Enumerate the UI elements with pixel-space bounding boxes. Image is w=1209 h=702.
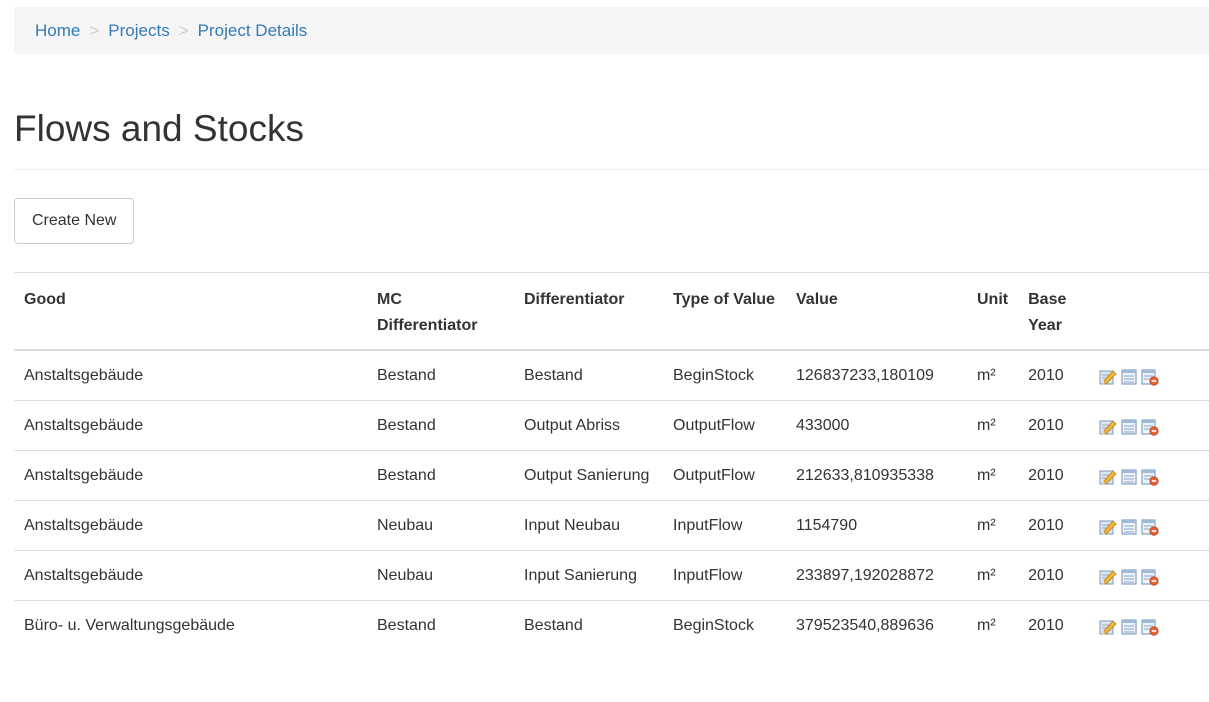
cell-actions	[1089, 500, 1209, 551]
delete-icon[interactable]	[1141, 418, 1159, 436]
edit-icon[interactable]	[1099, 418, 1117, 436]
cell-base-year: 2010	[1018, 550, 1090, 601]
cell-good: Anstaltsgebäude	[14, 450, 367, 501]
column-header-value: Value	[786, 272, 967, 351]
table-row: Büro- u. Verwaltungsgebäude Bestand Best…	[14, 600, 1209, 650]
edit-icon[interactable]	[1099, 618, 1117, 636]
cell-mc-differentiator: Bestand	[367, 400, 514, 451]
column-header-differentiator: Differentiator	[514, 272, 663, 351]
details-icon[interactable]	[1120, 568, 1138, 586]
cell-differentiator: Output Sanierung	[514, 450, 663, 501]
cell-value: 212633,810935338	[786, 450, 967, 501]
breadcrumb-project-details[interactable]: Project Details	[198, 21, 308, 41]
column-header-base-year: Base Year	[1018, 272, 1090, 351]
cell-base-year: 2010	[1018, 400, 1090, 451]
details-icon[interactable]	[1120, 418, 1138, 436]
cell-base-year: 2010	[1018, 349, 1090, 401]
breadcrumb: Home > Projects > Project Details	[14, 7, 1209, 54]
edit-icon[interactable]	[1099, 568, 1117, 586]
cell-value: 1154790	[786, 500, 967, 551]
cell-differentiator: Bestand	[514, 349, 663, 401]
cell-type-of-value: BeginStock	[663, 600, 786, 650]
delete-icon[interactable]	[1141, 518, 1159, 536]
table-row: Anstaltsgebäude Neubau Input Sanierung I…	[14, 550, 1209, 601]
details-icon[interactable]	[1120, 518, 1138, 536]
cell-unit: m²	[967, 349, 1019, 401]
flows-table: Good MC Differentiator Differentiator Ty…	[14, 272, 1209, 650]
cell-good: Anstaltsgebäude	[14, 349, 367, 401]
title-divider	[14, 169, 1209, 170]
delete-icon[interactable]	[1141, 368, 1159, 386]
cell-differentiator: Input Neubau	[514, 500, 663, 551]
cell-mc-differentiator: Neubau	[367, 550, 514, 601]
edit-icon[interactable]	[1099, 468, 1117, 486]
cell-unit: m²	[967, 600, 1019, 650]
cell-value: 379523540,889636	[786, 600, 967, 650]
details-icon[interactable]	[1120, 368, 1138, 386]
cell-actions	[1089, 400, 1209, 451]
table-row: Anstaltsgebäude Bestand Output Sanierung…	[14, 450, 1209, 501]
cell-unit: m²	[967, 500, 1019, 551]
cell-differentiator: Bestand	[514, 600, 663, 650]
cell-mc-differentiator: Bestand	[367, 349, 514, 401]
cell-mc-differentiator: Neubau	[367, 500, 514, 551]
cell-type-of-value: InputFlow	[663, 500, 786, 551]
edit-icon[interactable]	[1099, 518, 1117, 536]
column-header-mc-differentiator: MC Differentiator	[367, 272, 514, 351]
cell-value: 126837233,180109	[786, 349, 967, 401]
details-icon[interactable]	[1120, 618, 1138, 636]
cell-value: 233897,192028872	[786, 550, 967, 601]
table-header-row: Good MC Differentiator Differentiator Ty…	[14, 272, 1209, 351]
cell-value: 433000	[786, 400, 967, 451]
page-title: Flows and Stocks	[14, 108, 304, 149]
cell-actions	[1089, 550, 1209, 601]
cell-type-of-value: BeginStock	[663, 349, 786, 401]
column-header-actions	[1089, 272, 1209, 351]
cell-base-year: 2010	[1018, 600, 1090, 650]
cell-unit: m²	[967, 450, 1019, 501]
table-row: Anstaltsgebäude Bestand Bestand BeginSto…	[14, 349, 1209, 401]
edit-icon[interactable]	[1099, 368, 1117, 386]
column-header-unit: Unit	[967, 272, 1019, 351]
column-header-type-of-value: Type of Value	[663, 272, 786, 351]
breadcrumb-separator: >	[89, 20, 100, 40]
cell-good: Büro- u. Verwaltungsgebäude	[14, 600, 367, 650]
table-row: Anstaltsgebäude Neubau Input Neubau Inpu…	[14, 500, 1209, 551]
cell-base-year: 2010	[1018, 450, 1090, 501]
cell-unit: m²	[967, 400, 1019, 451]
breadcrumb-projects[interactable]: Projects	[108, 21, 169, 41]
cell-good: Anstaltsgebäude	[14, 550, 367, 601]
cell-type-of-value: OutputFlow	[663, 450, 786, 501]
cell-mc-differentiator: Bestand	[367, 600, 514, 650]
cell-good: Anstaltsgebäude	[14, 500, 367, 551]
cell-actions	[1089, 600, 1209, 650]
cell-type-of-value: InputFlow	[663, 550, 786, 601]
column-header-good: Good	[14, 272, 367, 351]
breadcrumb-separator: >	[178, 20, 189, 40]
cell-differentiator: Input Sanierung	[514, 550, 663, 601]
cell-differentiator: Output Abriss	[514, 400, 663, 451]
details-icon[interactable]	[1120, 468, 1138, 486]
create-new-button[interactable]: Create New	[14, 198, 135, 244]
cell-type-of-value: OutputFlow	[663, 400, 786, 451]
delete-icon[interactable]	[1141, 468, 1159, 486]
cell-base-year: 2010	[1018, 500, 1090, 551]
cell-actions	[1089, 450, 1209, 501]
cell-mc-differentiator: Bestand	[367, 450, 514, 501]
cell-unit: m²	[967, 550, 1019, 601]
cell-good: Anstaltsgebäude	[14, 400, 367, 451]
table-row: Anstaltsgebäude Bestand Output Abriss Ou…	[14, 400, 1209, 451]
delete-icon[interactable]	[1141, 618, 1159, 636]
breadcrumb-home[interactable]: Home	[35, 21, 80, 41]
delete-icon[interactable]	[1141, 568, 1159, 586]
cell-actions	[1089, 349, 1209, 401]
